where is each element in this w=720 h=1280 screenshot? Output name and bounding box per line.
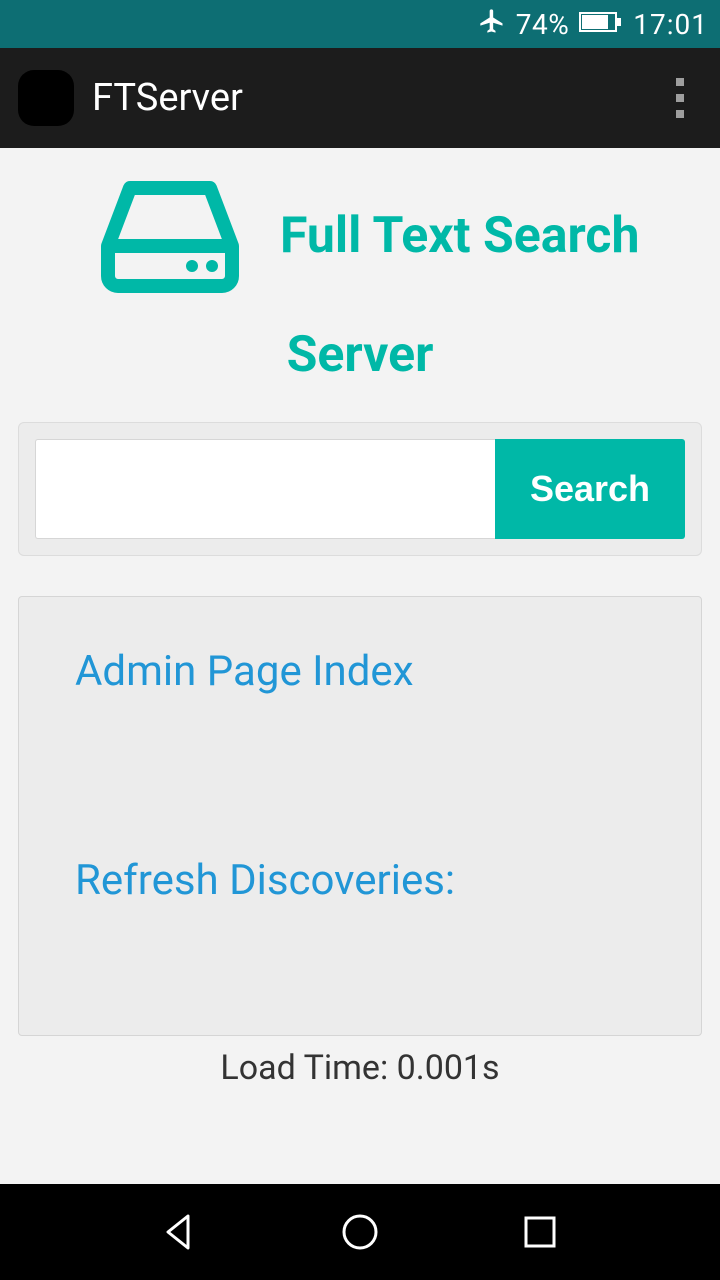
- app-bar: FTServer: [0, 48, 720, 148]
- main-content: Full Text Search Server Search Admin Pag…: [0, 148, 720, 1088]
- search-button[interactable]: Search: [495, 439, 685, 539]
- app-icon: [18, 70, 74, 126]
- system-nav-bar: [0, 1184, 720, 1280]
- page-title-line1: Full Text Search: [280, 206, 639, 266]
- status-bar: 74% 17:01: [0, 0, 720, 48]
- back-button[interactable]: [154, 1206, 206, 1258]
- battery-icon: [579, 8, 623, 41]
- load-time-text: Load Time: 0.001s: [0, 1048, 720, 1088]
- refresh-discoveries-link[interactable]: Refresh Discoveries:: [75, 856, 645, 905]
- clock-time: 17:01: [633, 8, 708, 41]
- airplane-mode-icon: [478, 7, 506, 42]
- page-title-line2: Server: [287, 326, 434, 384]
- overflow-menu-button[interactable]: [658, 68, 702, 128]
- links-card: Admin Page Index Refresh Discoveries:: [18, 596, 702, 1036]
- recent-apps-button[interactable]: [514, 1206, 566, 1258]
- search-input[interactable]: [35, 439, 495, 539]
- hero: Full Text Search Server: [0, 148, 720, 394]
- battery-percent: 74%: [516, 8, 569, 41]
- app-title: FTServer: [92, 76, 658, 120]
- admin-page-index-link[interactable]: Admin Page Index: [75, 647, 645, 696]
- server-drive-icon: [100, 176, 240, 296]
- home-button[interactable]: [334, 1206, 386, 1258]
- search-card: Search: [18, 422, 702, 556]
